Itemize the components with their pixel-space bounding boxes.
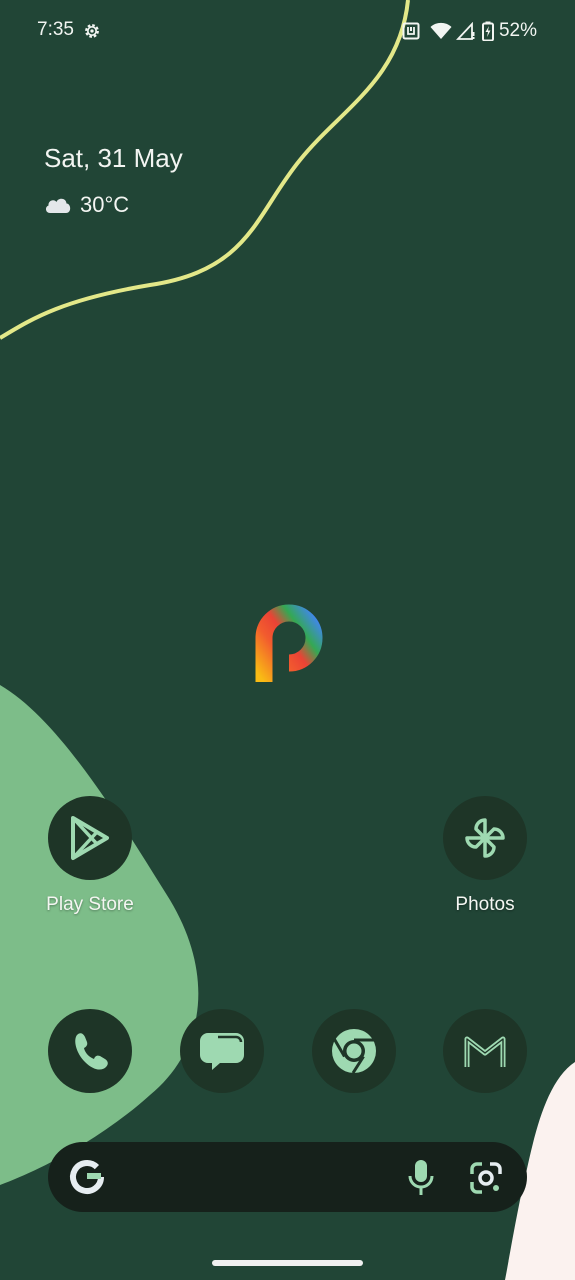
chrome-icon	[332, 1029, 376, 1074]
glance-date[interactable]: Sat, 31 May	[44, 143, 183, 174]
cloud-icon	[45, 198, 71, 213]
dock-gmail[interactable]	[443, 1009, 527, 1093]
google-g-icon	[70, 1160, 104, 1194]
wifi-icon	[430, 22, 452, 39]
status-time: 7:35	[37, 19, 74, 40]
play-store-icon	[48, 796, 132, 880]
glance-temperature: 30°C	[80, 192, 130, 217]
chat-bubble-icon	[200, 1033, 244, 1070]
dock-phone[interactable]	[48, 1009, 132, 1093]
phone-icon	[75, 1033, 108, 1070]
google-search-bar[interactable]	[48, 1142, 527, 1212]
status-icons: 52%	[402, 19, 537, 43]
battery-percent: 52%	[498, 20, 537, 41]
app-photos[interactable]: Photos	[410, 796, 560, 916]
dock-messages[interactable]	[180, 1009, 264, 1093]
app-label: Play Store	[46, 894, 134, 915]
pinwheel-icon	[443, 796, 527, 880]
signal-icon	[455, 22, 475, 40]
gmail-icon	[464, 1036, 506, 1067]
battery-charging-icon	[481, 21, 494, 41]
status-bar: 7:35 52%	[0, 0, 575, 62]
dock-chrome[interactable]	[312, 1009, 396, 1093]
nfc-icon	[402, 22, 420, 40]
app-play-store[interactable]: Play Store	[15, 796, 165, 916]
app-label: Photos	[455, 894, 515, 915]
lens-icon[interactable]	[468, 1160, 504, 1196]
gesture-navigation-bar[interactable]	[212, 1260, 363, 1266]
gear-icon	[85, 24, 99, 38]
mic-icon[interactable]	[406, 1158, 436, 1198]
glance-weather[interactable]: 30°C	[44, 192, 129, 218]
picsart-logo-icon	[255, 604, 323, 682]
